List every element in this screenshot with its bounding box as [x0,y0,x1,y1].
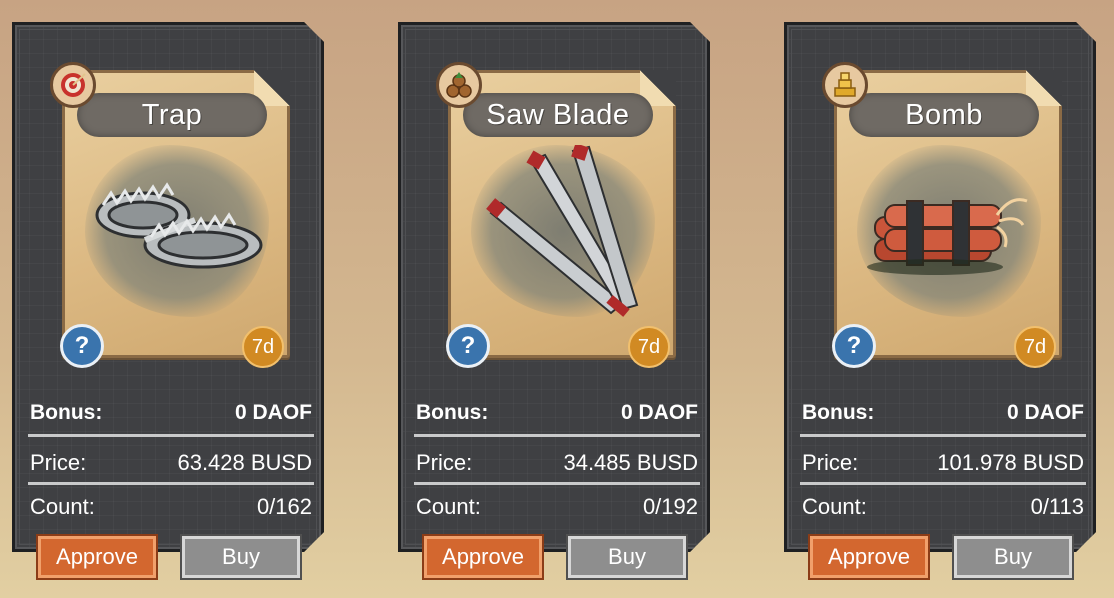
item-parchment: Bomb [834,70,1062,358]
target-icon [50,62,96,108]
bonus-row: Bonus: 0 DAOF [416,396,698,430]
bonus-label: Bonus: [416,401,489,424]
help-icon[interactable]: ? [446,324,490,368]
divider [414,434,700,437]
item-card-bomb: Bomb ? 7d Bonus: 0 DAOF Price: 101.978 B… [784,22,1096,578]
count-row: Count: 0/113 [802,490,1084,524]
divider [800,434,1086,437]
help-icon[interactable]: ? [60,324,104,368]
item-title: Saw Blade [486,98,630,131]
price-row: Price: 34.485 BUSD [416,446,698,480]
price-value: 101.978 BUSD [937,450,1084,475]
divider [28,434,314,437]
item-parchment: Saw Blade [448,70,676,358]
dynamite-icon [867,198,1028,275]
item-title: Trap [141,98,203,131]
bonus-label: Bonus: [802,401,875,424]
count-value: 0/162 [256,494,312,519]
price-label: Price: [30,450,87,475]
bonus-value: 0 DAOF [620,401,698,424]
price-label: Price: [416,450,473,475]
help-icon[interactable]: ? [832,324,876,368]
buy-button[interactable]: Buy [182,536,300,578]
approve-button[interactable]: Approve [38,536,156,578]
approve-button[interactable]: Approve [810,536,928,578]
buy-button[interactable]: Buy [568,536,686,578]
buy-button[interactable]: Buy [954,536,1072,578]
count-label: Count: [802,494,867,519]
approve-button[interactable]: Approve [424,536,542,578]
bonus-row: Bonus: 0 DAOF [802,396,1084,430]
divider [414,482,700,485]
item-title-banner: Bomb [849,93,1039,137]
bonus-value: 0 DAOF [1006,401,1084,424]
logs-icon [436,62,482,108]
count-value: 0/113 [1030,494,1084,519]
price-row: Price: 63.428 BUSD [30,446,312,480]
trap-icon [95,182,263,269]
saw-blade-icon [486,145,639,317]
price-value: 34.485 BUSD [563,450,698,475]
bonus-value: 0 DAOF [234,401,312,424]
bonus-row: Bonus: 0 DAOF [30,396,312,430]
duration-badge: 7d [242,326,284,368]
item-parchment: Trap [62,70,290,358]
divider [800,482,1086,485]
divider [28,482,314,485]
duration-badge: 7d [1014,326,1056,368]
count-row: Count: 0/192 [416,490,698,524]
count-label: Count: [30,494,95,519]
duration-badge: 7d [628,326,670,368]
price-value: 63.428 BUSD [177,450,312,475]
count-value: 0/192 [642,494,698,519]
item-title: Bomb [905,98,983,131]
count-label: Count: [416,494,481,519]
item-title-banner: Trap [77,93,267,137]
count-row: Count: 0/162 [30,490,312,524]
gold-bars-icon [822,62,868,108]
price-row: Price: 101.978 BUSD [802,446,1084,480]
item-card-trap: Trap ? 7d Bonus: 0 DAOF Price: 63.428 BU… [12,22,324,578]
item-title-banner: Saw Blade [463,93,653,137]
price-label: Price: [802,450,859,475]
bonus-label: Bonus: [30,401,103,424]
item-card-saw-blade: Saw Blade ? 7d Bonus: 0 DAOF Price: 34.4… [398,22,710,578]
